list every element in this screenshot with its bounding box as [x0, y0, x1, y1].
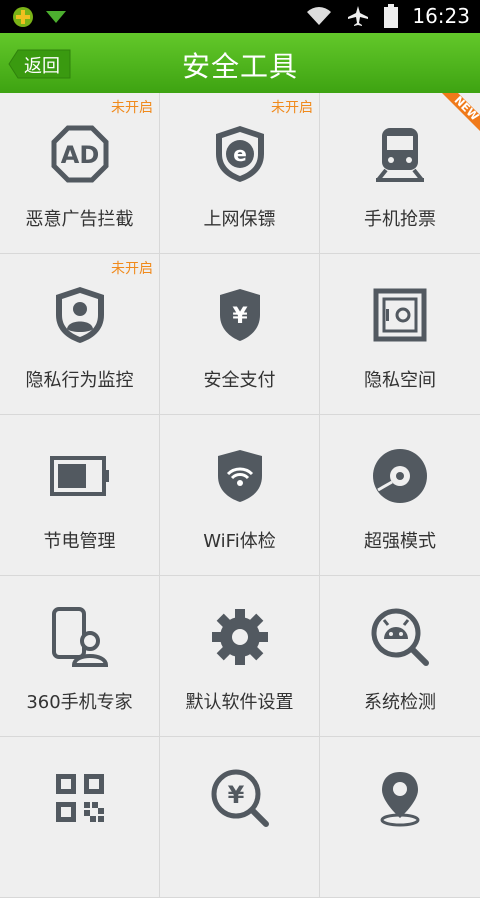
- tool-privacy-monitor[interactable]: 未开启 隐私行为监控: [0, 254, 160, 415]
- tool-label: 节电管理: [43, 531, 116, 552]
- app-notification-icon: [13, 7, 33, 27]
- svg-text:¥: ¥: [227, 781, 244, 809]
- tool-phone-expert[interactable]: 360手机专家: [0, 576, 160, 737]
- browser-shield-icon: e: [215, 126, 264, 182]
- tool-super-mode[interactable]: 超强模式: [320, 415, 480, 576]
- new-ribbon: NEW: [442, 93, 480, 131]
- tool-browser-guard[interactable]: 未开启 e 上网保镖: [160, 93, 320, 254]
- qr-code-icon: [55, 774, 104, 822]
- status-badge: 未开启: [271, 100, 313, 116]
- tool-label: 隐私空间: [364, 370, 436, 391]
- tool-default-apps[interactable]: 默认软件设置: [160, 576, 320, 737]
- tool-label: 超强模式: [364, 531, 436, 552]
- tool-label: 系统检测: [364, 692, 436, 713]
- tool-payment-scan[interactable]: ¥: [160, 737, 320, 898]
- tool-qr-scan[interactable]: [0, 737, 160, 898]
- train-icon: [376, 128, 424, 182]
- tool-location[interactable]: [320, 737, 480, 898]
- tool-label: 恶意广告拦截: [25, 209, 134, 230]
- ad-block-icon: AD: [51, 125, 108, 183]
- android-search-icon: [371, 608, 429, 666]
- wifi-signal-icon: [307, 7, 332, 25]
- tool-label: 安全支付: [203, 370, 276, 391]
- svg-text:¥: ¥: [232, 304, 248, 329]
- status-bar: 16:23: [0, 0, 480, 33]
- tool-private-space[interactable]: 隐私空间: [320, 254, 480, 415]
- gear-icon: [211, 609, 268, 665]
- svg-text:NEW: NEW: [452, 94, 480, 124]
- yuan-shield-icon: ¥: [219, 289, 260, 341]
- location-pin-icon: [380, 772, 420, 827]
- airplane-mode-icon: [348, 6, 369, 26]
- privacy-shield-icon: [55, 287, 104, 343]
- phone-expert-icon: [51, 607, 108, 667]
- clock: 16:23: [412, 4, 470, 28]
- tool-label: WiFi体检: [203, 531, 276, 552]
- page-title: 安全工具: [181, 50, 298, 83]
- download-notification-icon: [46, 11, 66, 23]
- svg-text:AD: AD: [60, 141, 99, 169]
- status-badge: 未开启: [111, 261, 153, 277]
- battery-status-icon: [384, 4, 399, 28]
- title-bar: 返回 安全工具: [0, 33, 480, 93]
- tool-grid: 未开启 AD 恶意广告拦截 未开启 e 上网保镖 NEW 手机抢票 未开启 隐私…: [0, 93, 480, 898]
- tool-label: 360手机专家: [26, 692, 133, 713]
- tool-ticket[interactable]: NEW 手机抢票: [320, 93, 480, 254]
- tool-label: 隐私行为监控: [25, 370, 134, 391]
- yuan-search-icon: ¥: [211, 769, 269, 827]
- tool-label: 上网保镖: [203, 209, 276, 230]
- battery-icon: [49, 456, 109, 496]
- tool-label: 默认软件设置: [185, 692, 294, 713]
- status-badge: 未开启: [111, 100, 153, 116]
- tool-power-saving[interactable]: 节电管理: [0, 415, 160, 576]
- tool-system-check[interactable]: 系统检测: [320, 576, 480, 737]
- disc-icon: [373, 449, 427, 503]
- tool-label: 手机抢票: [364, 209, 436, 230]
- svg-text:e: e: [233, 142, 247, 166]
- tool-ad-block[interactable]: 未开启 AD 恶意广告拦截: [0, 93, 160, 254]
- tool-secure-pay[interactable]: ¥ 安全支付: [160, 254, 320, 415]
- tool-wifi-check[interactable]: WiFi体检: [160, 415, 320, 576]
- wifi-shield-icon: [217, 450, 262, 502]
- safe-box-icon: [373, 288, 427, 342]
